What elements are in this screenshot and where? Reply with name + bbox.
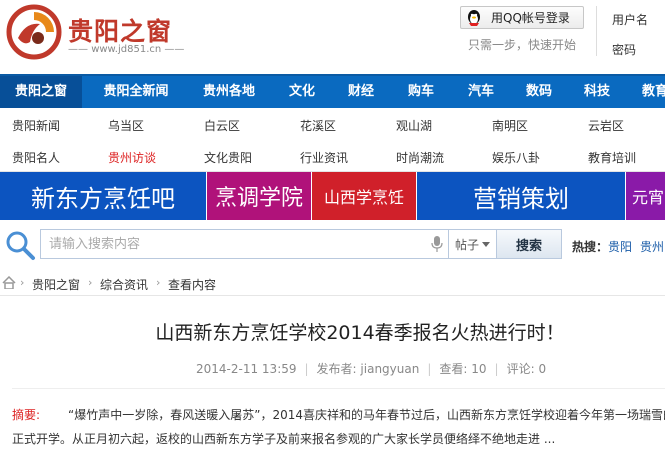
qq-login-label: 用QQ帐号登录 (491, 11, 570, 25)
publisher-name[interactable]: jiangyuan (360, 362, 419, 376)
abstract-label: 摘要: (12, 408, 41, 422)
sub-item-nanming[interactable]: 南明区 (492, 117, 528, 134)
search-scope-label: 帖子 (454, 237, 479, 252)
username-label[interactable]: 用户名 (612, 11, 648, 28)
banner-cooking-college[interactable]: 烹调学院 (207, 172, 311, 220)
search-button[interactable]: 搜索 (496, 229, 562, 259)
main-nav: 贵阳之窗 贵阳全新闻 贵州各地 文化 财经 购车 汽车 数码 科技 教育 (0, 74, 665, 108)
search-scope-select[interactable]: 帖子 (448, 229, 496, 259)
sub-nav: 贵阳新闻 乌当区 白云区 花溪区 观山湖 南明区 云岩区 贵阳名人 贵州访谈 文… (0, 108, 665, 172)
microphone-icon[interactable] (431, 236, 443, 252)
sub-item-entertainment[interactable]: 娱乐八卦 (492, 149, 540, 166)
sub-item-huaxi[interactable]: 花溪区 (300, 117, 336, 134)
breadcrumb-current: 查看内容 (168, 278, 217, 292)
site-header: 贵阳之窗 —— www.jd851.cn —— 用QQ帐号登录 只需一步，快速开… (0, 0, 665, 74)
breadcrumb-home[interactable]: 贵阳之窗 (32, 276, 80, 293)
comments-count[interactable]: 0 (538, 362, 546, 376)
breadcrumb: › 贵阳之窗 › 综合资讯 › 查看内容 (0, 272, 665, 296)
article-title: 山西新东方烹饪学校2014春季报名火热进行时！ (155, 322, 565, 344)
sub-item-baiyun[interactable]: 白云区 (204, 117, 240, 134)
banner-shanxi-cooking[interactable]: 山西学烹饪 (312, 172, 416, 220)
sub-item-wudang[interactable]: 乌当区 (108, 117, 144, 134)
search-bar: 帖子 搜索 热搜： 贵阳 贵州 (0, 226, 665, 264)
logo-title: 贵阳之窗 (68, 17, 173, 46)
ad-banners: 新东方烹饪吧 烹调学院 山西学烹饪 营销策划 元宵 (0, 172, 665, 220)
qq-login-button[interactable]: 用QQ帐号登录 (460, 6, 584, 29)
header-divider (596, 6, 597, 56)
sub-item-industry[interactable]: 行业资讯 (300, 149, 348, 166)
breadcrumb-separator: › (88, 276, 93, 289)
views-count: 10 (471, 362, 487, 376)
qq-penguin-icon (461, 7, 487, 28)
search-icon (6, 231, 35, 260)
nav-item-finance[interactable]: 财经 (334, 76, 388, 108)
views-label: 查看: (439, 362, 468, 376)
sub-item-celebrities[interactable]: 贵阳名人 (12, 149, 60, 166)
nav-item-tech[interactable]: 科技 (570, 76, 624, 108)
sub-item-guanshanhu[interactable]: 观山湖 (396, 117, 432, 134)
breadcrumb-separator: › (20, 276, 25, 289)
search-box (40, 229, 448, 259)
logo-emblem-icon (6, 4, 62, 60)
nav-item-regions[interactable]: 贵州各地 (190, 76, 268, 108)
sub-item-guiyang-news[interactable]: 贵阳新闻 (12, 117, 60, 134)
nav-item-digital[interactable]: 数码 (512, 76, 566, 108)
nav-item-car-buy[interactable]: 购车 (394, 76, 448, 108)
sub-item-culture-guiyang[interactable]: 文化贵阳 (204, 149, 252, 166)
hot-search-link[interactable]: 贵州 (640, 238, 664, 255)
banner-marketing[interactable]: 营销策划 (417, 172, 625, 220)
nav-item-home[interactable]: 贵阳之窗 (0, 76, 82, 108)
site-logo[interactable]: 贵阳之窗 —— www.jd851.cn —— (6, 4, 206, 60)
sub-item-yunyan[interactable]: 云岩区 (588, 117, 624, 134)
hot-search-link[interactable]: 贵阳 (608, 238, 632, 255)
nav-item-news[interactable]: 贵阳全新闻 (88, 76, 184, 108)
breadcrumb-separator: › (156, 276, 161, 289)
sub-item-interviews[interactable]: 贵州访谈 (108, 149, 156, 166)
abstract-text-1: “爆竹声中一岁除，春风送暖入屠苏”，2014喜庆祥和的马年春节过后，山西新东方烹… (68, 408, 665, 422)
abstract-text-2: 正式开学。从正月初六起，返校的山西新东方学子及前来报名参观的广大家长学员便络绎不… (12, 432, 556, 446)
qq-login-tip: 只需一步，快速开始 (468, 38, 577, 52)
banner-cooking-bar[interactable]: 新东方烹饪吧 (0, 172, 206, 220)
breadcrumb-category[interactable]: 综合资讯 (100, 276, 148, 293)
nav-item-culture[interactable]: 文化 (276, 76, 328, 108)
search-input[interactable] (41, 230, 421, 258)
article-date: 2014-2-11 13:59 (196, 362, 297, 376)
sub-item-education-training[interactable]: 教育培训 (588, 149, 636, 166)
nav-item-auto[interactable]: 汽车 (454, 76, 508, 108)
article-divider (12, 388, 665, 389)
chevron-down-icon (482, 241, 490, 247)
nav-item-education[interactable]: 教育 (630, 76, 665, 108)
home-icon[interactable] (2, 276, 16, 289)
sub-item-fashion[interactable]: 时尚潮流 (396, 149, 444, 166)
comments-label: 评论: (506, 362, 535, 376)
publisher-label: 发布者: (316, 362, 357, 376)
password-label[interactable]: 密码 (612, 41, 636, 58)
article-meta: 2014-2-11 13:59 | 发布者: jiangyuan | 查看: 10 | 评论… (196, 362, 547, 376)
banner-lantern[interactable]: 元宵 (626, 172, 665, 220)
hot-search-label: 热搜： (572, 240, 609, 254)
abstract-line: 摘要: “爆竹声中一岁除，春风送暖入屠苏”，2014喜庆祥和的马年春节过后，山西新… (12, 403, 665, 427)
article-abstract: 摘要: “爆竹声中一岁除，春风送暖入屠苏”，2014喜庆祥和的马年春节过后，山西新… (12, 403, 665, 451)
logo-url: —— www.jd851.cn —— (68, 44, 185, 55)
